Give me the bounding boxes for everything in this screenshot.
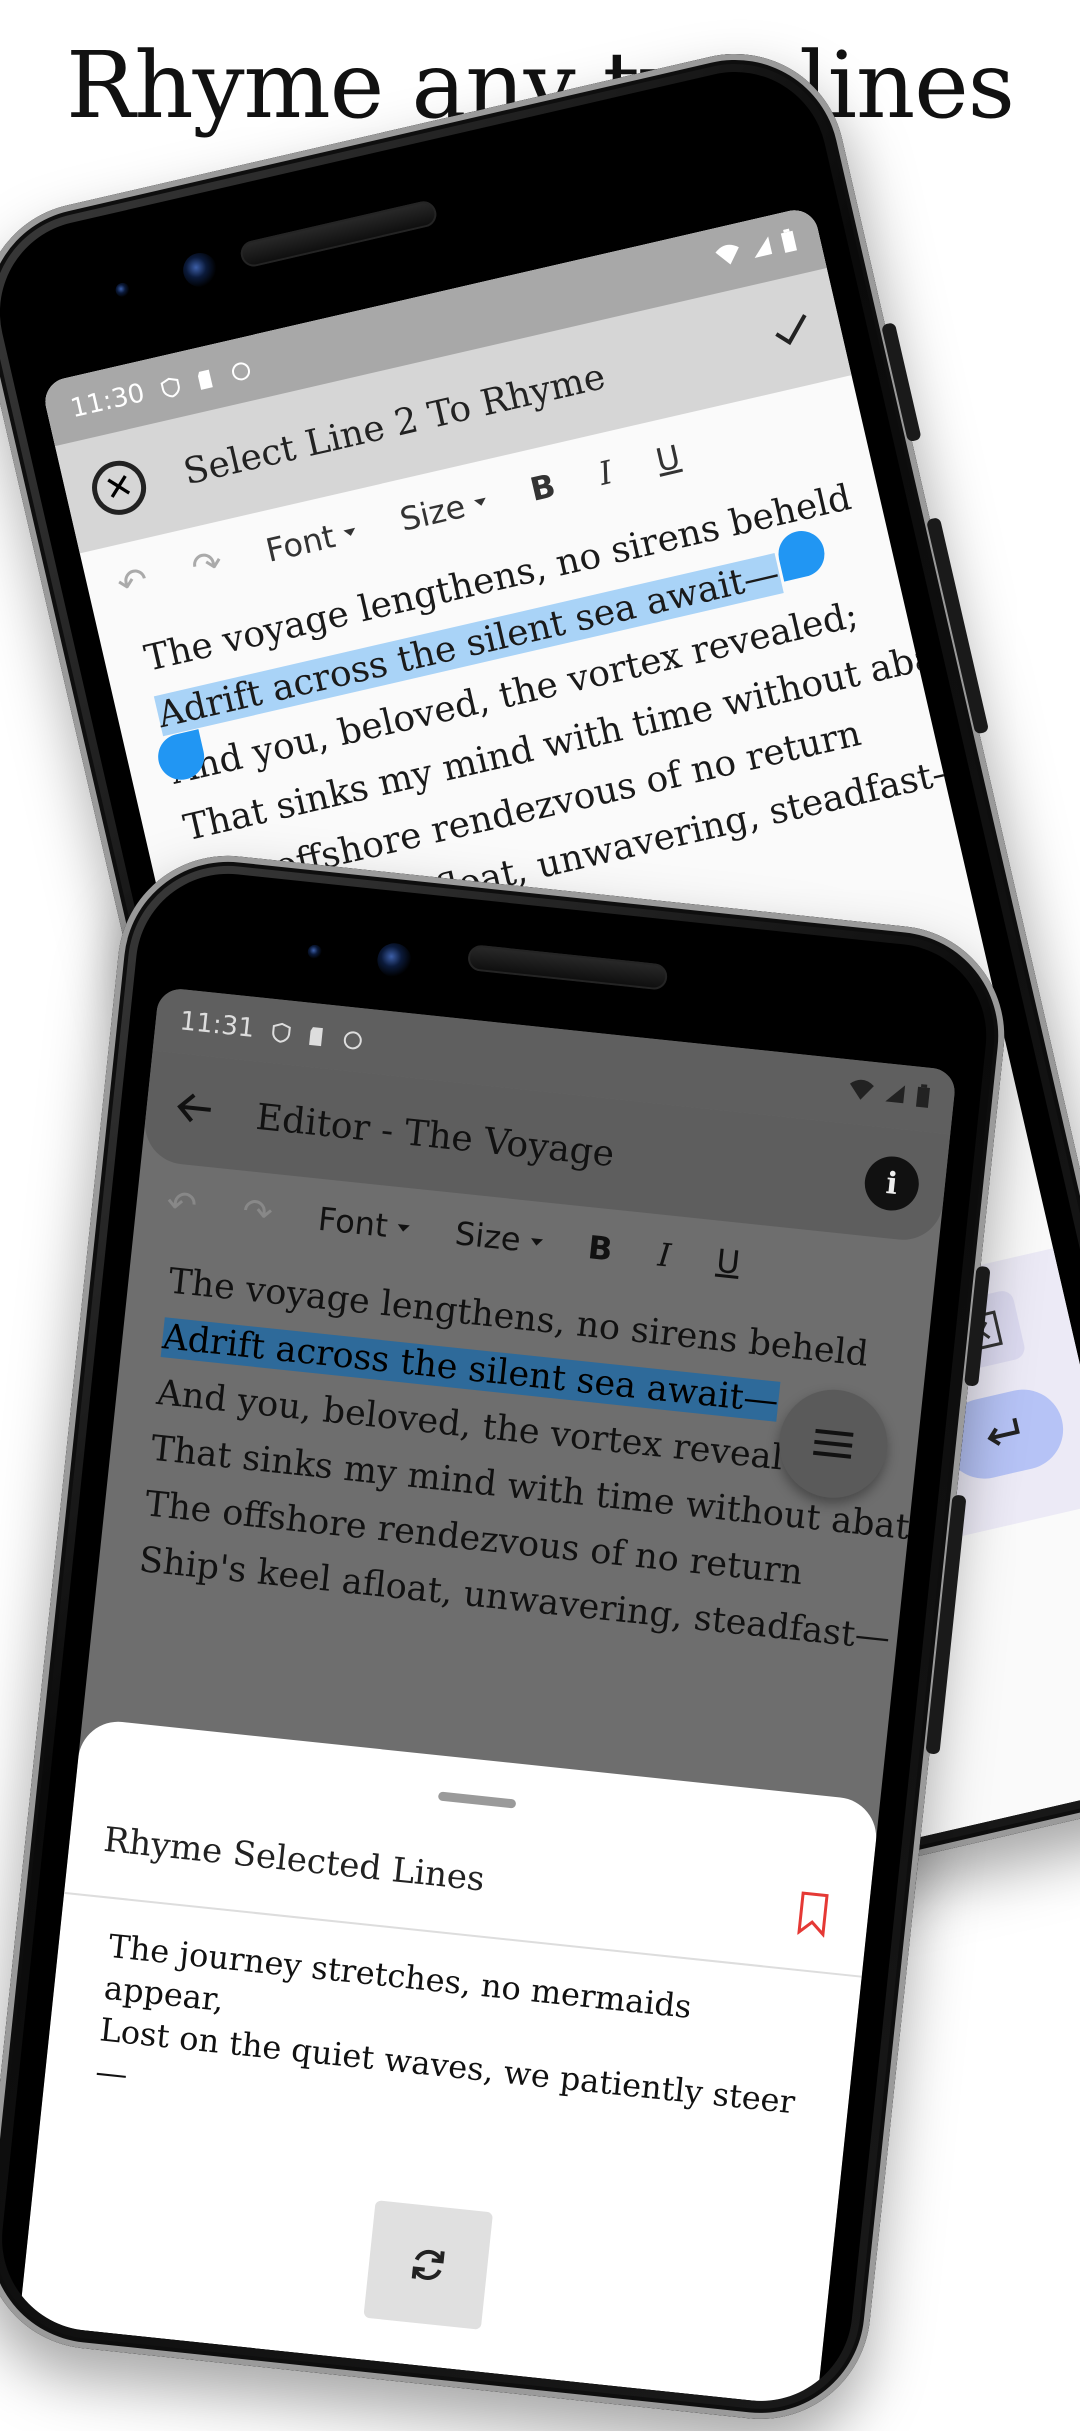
refresh-button[interactable]	[363, 2200, 494, 2330]
bold-button[interactable]: B	[527, 466, 559, 509]
redo-icon[interactable]: ↷	[188, 542, 227, 589]
status-time: 11:30	[67, 378, 148, 425]
signal-icon	[748, 233, 776, 267]
status-time: 11:31	[178, 1006, 256, 1044]
close-circle-icon[interactable]: ✕	[86, 455, 152, 521]
font-dropdown[interactable]: Font	[262, 512, 360, 570]
sensor	[114, 281, 132, 299]
battery-icon	[779, 227, 800, 260]
wifi-icon	[847, 1077, 876, 1110]
italic-button[interactable]: I	[656, 1236, 673, 1275]
size-dropdown[interactable]: Size	[453, 1214, 544, 1261]
wifi-icon	[713, 240, 745, 275]
info-icon[interactable]: i	[862, 1153, 922, 1214]
font-label: Font	[262, 517, 339, 570]
front-camera	[375, 941, 414, 979]
underline-button[interactable]: U	[652, 437, 683, 479]
enter-icon	[987, 1417, 1020, 1446]
font-label: Font	[316, 1199, 390, 1245]
font-dropdown[interactable]: Font	[316, 1200, 411, 1247]
earpiece-speaker	[238, 198, 439, 270]
redo-icon[interactable]: ↷	[240, 1190, 274, 1234]
shield-icon	[269, 1020, 293, 1044]
rhyme-bottom-sheet: Rhyme Selected Lines The journey stretch…	[18, 1717, 881, 2408]
front-phone: 11:31 Editor - The Voyage i ↶ ↷ Font Siz…	[0, 845, 1016, 2430]
signal-icon	[882, 1080, 907, 1112]
undo-icon[interactable]: ↶	[113, 559, 152, 606]
front-phone-screen: 11:31 Editor - The Voyage i ↶ ↷ Font Siz…	[18, 986, 957, 2408]
underline-button[interactable]: U	[715, 1242, 742, 1282]
check-icon[interactable]	[766, 304, 820, 361]
battery-icon	[914, 1083, 931, 1115]
bold-button[interactable]: B	[586, 1228, 614, 1268]
front-phone-bezel: 11:31 Editor - The Voyage i ↶ ↷ Font Siz…	[0, 864, 996, 2411]
earpiece-speaker	[466, 944, 669, 991]
bookmark-icon[interactable]	[796, 1891, 830, 1938]
size-dropdown[interactable]: Size	[396, 482, 490, 539]
front-camera	[179, 249, 221, 291]
sd-card-icon	[192, 365, 218, 391]
shield-icon	[157, 373, 183, 399]
size-label: Size	[396, 487, 469, 539]
undo-icon[interactable]: ↶	[165, 1182, 199, 1226]
sync-icon	[228, 357, 254, 383]
menu-icon	[814, 1439, 853, 1448]
refresh-icon	[411, 2249, 445, 2280]
arrow-left-icon[interactable]	[170, 1084, 219, 1136]
sd-card-icon	[305, 1024, 329, 1048]
sync-icon	[341, 1027, 365, 1051]
sensor	[307, 944, 323, 960]
size-label: Size	[453, 1214, 523, 1259]
italic-button[interactable]: I	[595, 453, 616, 493]
